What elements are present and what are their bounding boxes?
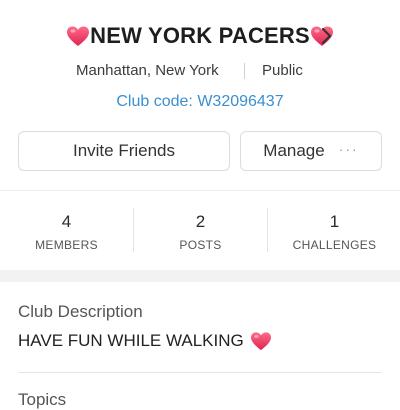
club-title[interactable]: NEW YORK PACERS: [66, 23, 334, 49]
chevron-right-icon[interactable]: [318, 23, 336, 49]
meta-divider: [244, 63, 245, 79]
club-header: NEW YORK PACERS Manhattan, New York Publ…: [0, 0, 400, 190]
invite-friends-label: Invite Friends: [72, 141, 176, 160]
club-code[interactable]: Club code: W32096437: [0, 93, 400, 111]
description-body: HAVE FUN WHILE WALKING: [18, 331, 272, 351]
club-stats: 4 MEMBERS 2 POSTS 1 CHALLENGES: [0, 192, 400, 270]
section-divider: [0, 190, 400, 191]
stat-members[interactable]: 4 MEMBERS: [0, 212, 133, 252]
stat-value: 4: [61, 212, 72, 231]
stat-challenges[interactable]: 1 CHALLENGES: [268, 212, 400, 252]
stat-value: 1: [329, 212, 340, 231]
more-dots-icon: ···: [338, 141, 359, 157]
manage-button[interactable]: Manage ···: [240, 131, 382, 171]
stat-label: POSTS: [179, 238, 222, 252]
description-text: HAVE FUN WHILE WALKING: [18, 331, 244, 350]
club-location: Manhattan, New York: [76, 62, 219, 79]
section-gap: [0, 270, 400, 282]
description-heading: Club Description: [18, 302, 143, 321]
stat-label: CHALLENGES: [292, 238, 377, 252]
invite-friends-button[interactable]: Invite Friends: [18, 131, 230, 171]
topics-heading: Topics: [18, 390, 67, 409]
club-meta-row: Manhattan, New York Public: [0, 60, 400, 82]
club-privacy: Public: [262, 62, 303, 79]
heart-icon: [67, 26, 90, 46]
club-title-row[interactable]: NEW YORK PACERS: [0, 20, 400, 52]
club-name: NEW YORK PACERS: [90, 23, 310, 48]
stat-posts[interactable]: 2 POSTS: [134, 212, 267, 252]
section-divider: [18, 372, 382, 373]
heart-icon: [250, 332, 271, 351]
manage-label: Manage: [263, 141, 325, 160]
stat-label: MEMBERS: [35, 238, 98, 252]
stat-value: 2: [195, 212, 206, 231]
